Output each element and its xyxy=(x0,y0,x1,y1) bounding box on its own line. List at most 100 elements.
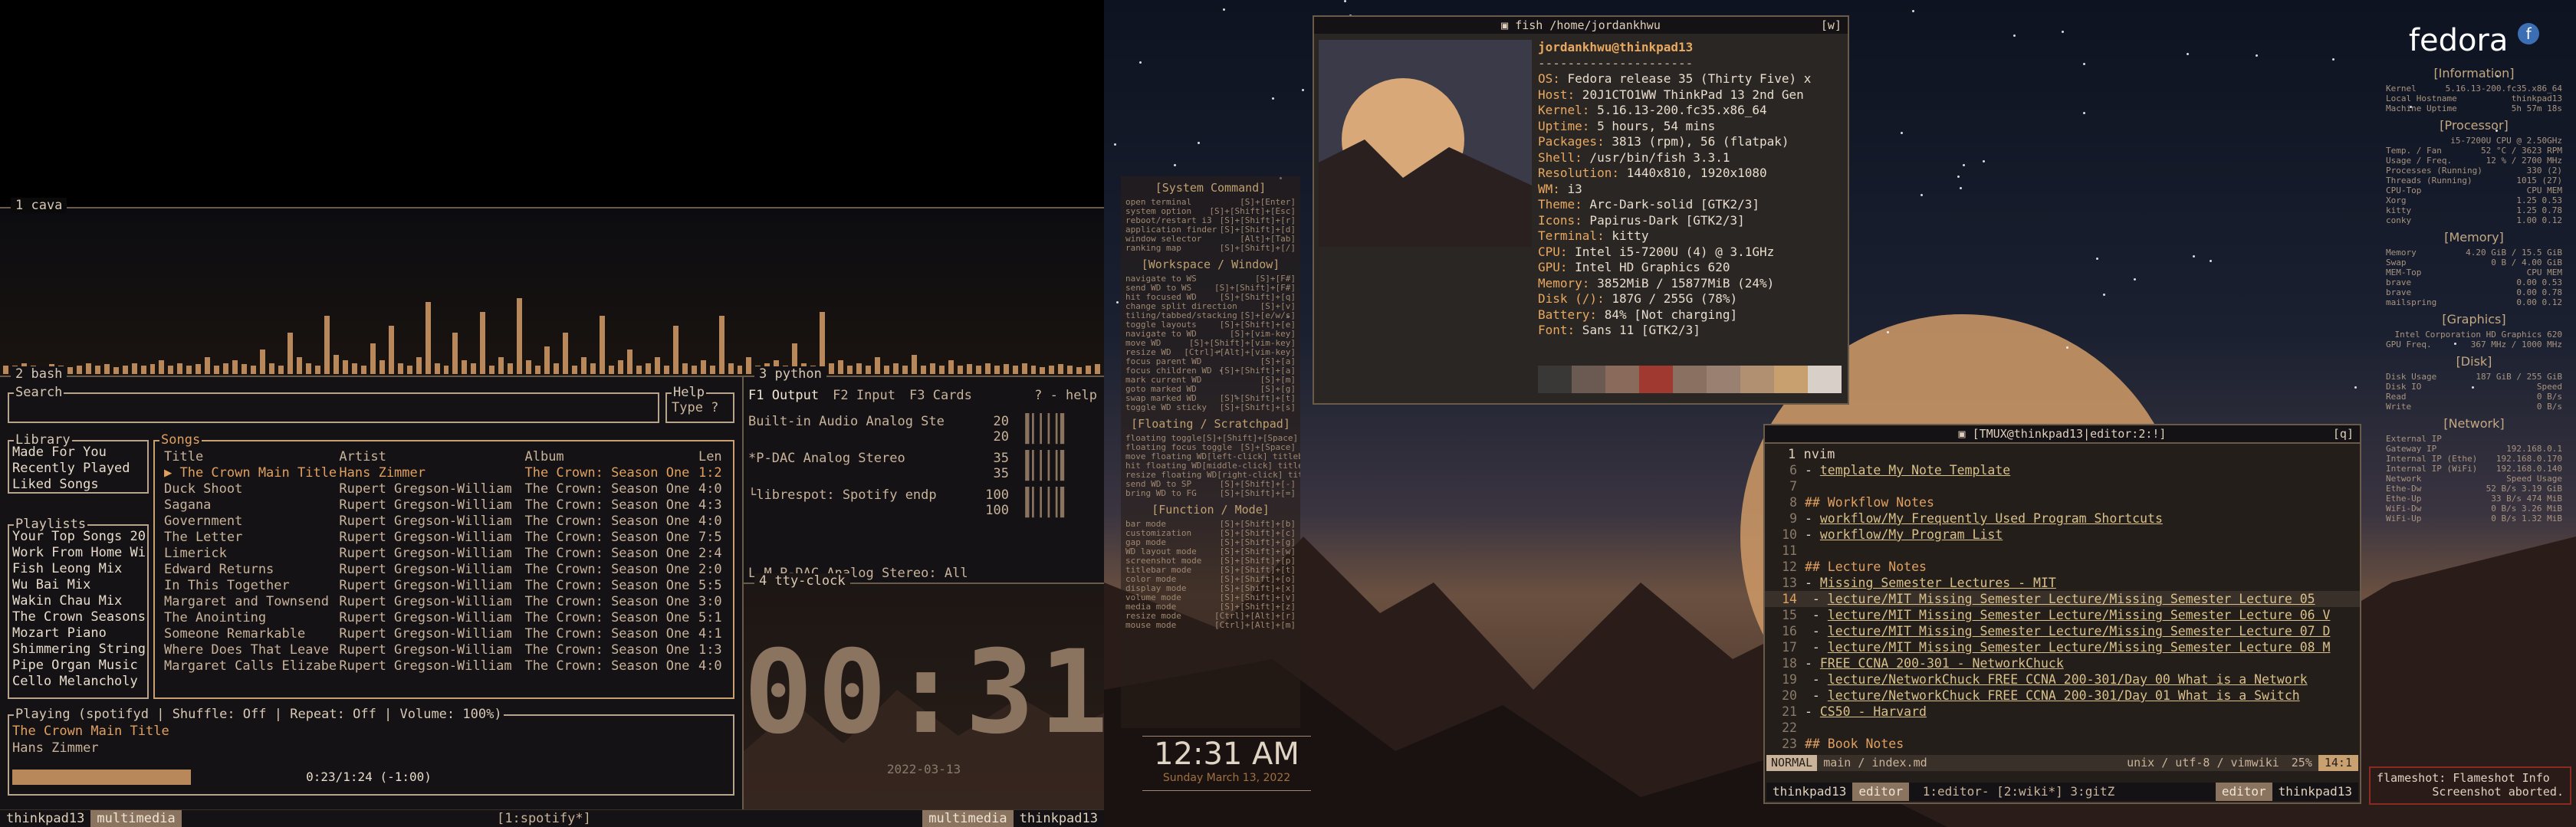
color-swatch xyxy=(1740,366,1774,393)
table-row[interactable]: In This Together Rupert Gregson-William Th… xyxy=(164,578,728,594)
table-row[interactable]: Government Rupert Gregson-William The Crow… xyxy=(164,514,728,530)
window-close-button[interactable]: [w] xyxy=(1821,17,1842,34)
playlist-item[interactable]: The Crown Seasons xyxy=(12,609,146,625)
tab-input[interactable]: F2 Input xyxy=(833,388,895,403)
mixer-row[interactable]: 35 ▐┃┃┃┃▌ xyxy=(748,466,1097,481)
mixer-row[interactable]: 100 ▐┃┃┃┃▌ xyxy=(748,503,1097,518)
table-row[interactable]: The Anointing Rupert Gregson-William The C… xyxy=(164,610,728,626)
mixer-name xyxy=(748,503,971,518)
playlist-item[interactable]: Shimmering String xyxy=(12,642,146,658)
nvim-line[interactable]: 7 xyxy=(1765,478,2360,494)
mixer-row[interactable]: └librespot: Spotify endp 100 ▐┃┃┃┃▌ xyxy=(748,487,1097,503)
playlist-item[interactable]: Wakin Chau Mix xyxy=(12,593,146,609)
nvim-line[interactable]: 19 - lecture/NetworkChuck FREE CCNA 200-… xyxy=(1765,671,2360,688)
table-row[interactable]: Edward Returns Rupert Gregson-William The … xyxy=(164,562,728,578)
playlist-item[interactable]: Cello Melancholy xyxy=(12,674,146,690)
table-cell: The Crown: Season One xyxy=(524,642,690,658)
nvim-line[interactable]: 14 - lecture/MIT Missing Semester Lectur… xyxy=(1765,591,2360,607)
tab-output[interactable]: F1 Output xyxy=(748,388,819,403)
neofetch-titlebar[interactable]: ▣ fish /home/jordankhwu [w] xyxy=(1314,17,1848,34)
wiki-link[interactable]: template My Note Template xyxy=(1820,463,2010,477)
wiki-link[interactable]: lecture/MIT Missing Semester Lecture/Mis… xyxy=(1828,624,2331,638)
nvim-line[interactable]: 21- CS50 - Harvard xyxy=(1765,704,2360,720)
flameshot-notification[interactable]: flameshot: Flameshot Info Screenshot abo… xyxy=(2369,766,2571,805)
table-cell: 5:5 xyxy=(698,578,722,593)
table-row[interactable]: Someone Remarkable Rupert Gregson-William… xyxy=(164,626,728,642)
mixer-volume: 35 xyxy=(993,451,1009,466)
table-row[interactable]: Duck Shoot Rupert Gregson-William The Crow… xyxy=(164,481,728,497)
playlist-item[interactable]: Mozart Piano xyxy=(12,625,146,642)
table-row[interactable]: Where Does That Leave Rupert Gregson-Will… xyxy=(164,642,728,658)
table-row[interactable]: Limerick Rupert Gregson-William The Crown:… xyxy=(164,546,728,562)
playlist-item[interactable]: Fish Leong Mix xyxy=(12,561,146,577)
nvim-line[interactable]: 12 ## Lecture Notes xyxy=(1765,559,2360,575)
table-row[interactable]: The Letter Rupert Gregson-William The Crow… xyxy=(164,530,728,546)
wiki-link[interactable]: lecture/NetworkChuck FREE CCNA 200-301/D… xyxy=(1828,672,2308,687)
wiki-link[interactable]: CS50 - Harvard xyxy=(1820,704,1927,719)
wiki-link[interactable]: Missing Semester Lectures - MIT xyxy=(1820,576,2056,590)
nvim-line[interactable]: 11 xyxy=(1765,543,2360,559)
table-row[interactable]: Margaret Calls Elizabe Rupert Gregson-Wil… xyxy=(164,658,728,674)
help-box[interactable]: Help Type ? xyxy=(665,385,734,423)
playlist-item[interactable]: Wu Bai Mix xyxy=(12,577,146,593)
status-session-r[interactable]: editor xyxy=(1852,783,1910,801)
tab-cards[interactable]: F3 Cards xyxy=(909,388,972,403)
neofetch-terminal-window[interactable]: ▣ fish /home/jordankhwu [w] jordankhwu@t… xyxy=(1313,15,1849,405)
nvim-buffer[interactable]: 6- template My Note Template 7 8 ## Workflo… xyxy=(1765,462,2360,752)
wiki-link[interactable]: lecture/MIT Missing Semester Lecture/Mis… xyxy=(1828,608,2331,622)
tty-clock-pane[interactable]: 4 tty-clock 00:31 2022-03-13 xyxy=(742,573,1104,812)
window-close-button-2[interactable]: [q] xyxy=(2333,425,2354,442)
mixer-row[interactable]: 20 ▐┃┃┃┃▌ xyxy=(748,429,1097,445)
nvim-line[interactable]: 8 ## Workflow Notes xyxy=(1765,494,2360,510)
wiki-link[interactable]: lecture/NetworkChuck FREE CCNA 200-301/D… xyxy=(1828,688,2300,703)
mixer-row[interactable]: *P-DAC Analog Stereo 35 ▐┃┃┃┃▌ xyxy=(748,451,1097,466)
table-row[interactable]: ▶ The Crown Main Title Hans Zimmer The Cro… xyxy=(164,465,728,481)
mixer-meter: ▐┃┃┃┃▌ xyxy=(1021,503,1069,518)
playlist-item[interactable]: Pipe Organ Music xyxy=(12,658,146,674)
conky-row: Network Speed Usage xyxy=(2386,474,2562,484)
nvim-line[interactable]: 15 - lecture/MIT Missing Semester Lectur… xyxy=(1765,607,2360,623)
table-cell: Rupert Gregson-William xyxy=(339,594,512,609)
list-bullet: - xyxy=(1805,463,1820,477)
search-box[interactable]: Search xyxy=(8,385,659,423)
nvim-line[interactable]: 6- template My Note Template xyxy=(1765,462,2360,478)
table-cell: Rupert Gregson-William xyxy=(339,658,512,674)
wiki-link[interactable]: FREE CCNA 200-301 - NetworkChuck xyxy=(1820,656,2064,671)
nvim-line[interactable]: 9- workflow/My Frequently Used Program S… xyxy=(1765,510,2360,527)
wiki-link[interactable]: lecture/MIT Missing Semester Lecture/Mis… xyxy=(1828,592,2315,606)
nvim-line[interactable]: 22 xyxy=(1765,720,2360,736)
wiki-link[interactable]: workflow/My Program List xyxy=(1820,527,2003,542)
star xyxy=(1982,159,1985,162)
wiki-link[interactable]: workflow/My Frequently Used Program Shor… xyxy=(1820,511,2163,526)
nvim-line[interactable]: 10- workflow/My Program List xyxy=(1765,527,2360,543)
table-row[interactable]: Sagana Rupert Gregson-William The Crown: S… xyxy=(164,497,728,514)
status-window[interactable]: [1:spotify*] xyxy=(497,810,591,827)
library-item[interactable]: Recently Played xyxy=(12,461,146,477)
nvim-line[interactable]: 17 - lecture/MIT Missing Semester Lectur… xyxy=(1765,639,2360,655)
playlist-item[interactable]: Your Top Songs 20 xyxy=(12,529,146,545)
table-row[interactable]: Margaret and Townsend Rupert Gregson-Will… xyxy=(164,594,728,610)
nvim-titlebar[interactable]: ▣ [TMUX@thinkpad13|editor:2:!] [q] xyxy=(1765,425,2360,442)
cava-pane[interactable]: 1 cava xyxy=(0,198,1104,376)
nvim-line[interactable]: 13- Missing Semester Lectures - MIT xyxy=(1765,575,2360,591)
nvim-line[interactable]: 23 ## Book Notes xyxy=(1765,736,2360,752)
spotify-tui-pane[interactable]: 2 bash Search Help Type ? Library Made F… xyxy=(0,366,742,812)
nvim-terminal-window[interactable]: ▣ [TMUX@thinkpad13|editor:2:!] [q] 1 nvi… xyxy=(1763,424,2361,804)
status-session[interactable]: multimedia xyxy=(90,810,182,827)
library-item[interactable]: Made For You xyxy=(12,445,146,461)
nvim-line[interactable]: 20 - lecture/NetworkChuck FREE CCNA 200-… xyxy=(1765,688,2360,704)
pulsemixer-pane[interactable]: 3 python F1 Output F2 Input F3 Cards ? -… xyxy=(742,366,1104,583)
list-bullet: - xyxy=(1805,656,1820,671)
status-windows-r[interactable]: 1:editor- [2:wiki*] 3:gitZ xyxy=(1923,784,2114,799)
progress-bar[interactable]: 0:23/1:24 (-1:00) xyxy=(12,770,725,785)
cava-bar xyxy=(718,316,724,374)
mixer-row[interactable]: Built-in Audio Analog Ste 20 ▐┃┃┃┃▌ xyxy=(748,414,1097,429)
conky-section-title: [Graphics] xyxy=(2442,312,2506,327)
nvim-line[interactable]: 18- FREE CCNA 200-301 - NetworkChuck xyxy=(1765,655,2360,671)
nvim-line[interactable]: 16 - lecture/MIT Missing Semester Lectur… xyxy=(1765,623,2360,639)
playlist-item[interactable]: Work From Home Wi xyxy=(12,545,146,561)
library-item[interactable]: Liked Songs xyxy=(12,477,146,493)
cava-bar xyxy=(599,316,605,374)
wiki-link[interactable]: lecture/MIT Missing Semester Lecture/Mis… xyxy=(1828,640,2331,655)
neofetch-row: Packages: 3813 (rpm), 56 (flatpak) xyxy=(1538,134,1811,150)
